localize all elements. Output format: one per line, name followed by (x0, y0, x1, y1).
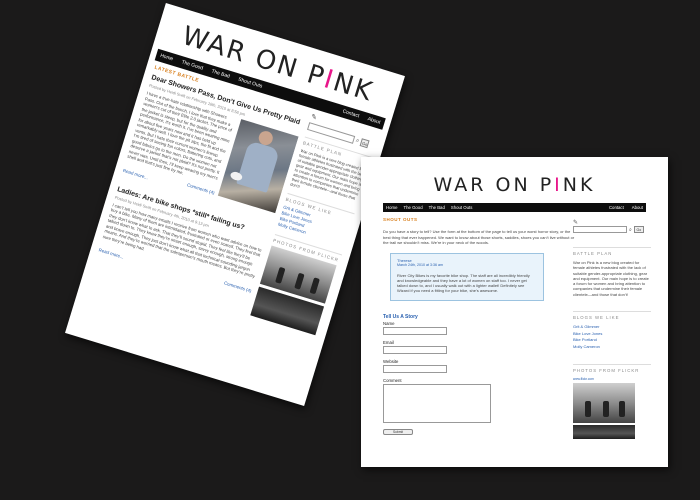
flickr-photo[interactable] (573, 425, 635, 440)
logo-text-pink: I (554, 174, 563, 196)
sidebar: ✎ ⌕ Go BATTLE PLAN War on Pink is a new … (573, 219, 651, 440)
nav-shout-outs[interactable]: Shout Outs (451, 205, 473, 210)
nav-the-good[interactable]: The Good (403, 205, 422, 210)
comment-label: Comment (383, 377, 402, 383)
logo-text-right: NK (562, 174, 596, 196)
logo-text-left: WAR ON P (433, 174, 555, 196)
comment-body: River City Bikes is my favorite bike sho… (397, 272, 530, 294)
main-nav: Home The Good The Bad Shout Outs Contact… (383, 203, 646, 212)
email-label: Email (383, 339, 394, 345)
read-more-link[interactable]: Read more... (98, 247, 124, 259)
email-field[interactable] (383, 345, 447, 354)
search-input[interactable] (573, 226, 627, 233)
photo-figure (275, 266, 286, 284)
main-content: SHOUT OUTS Do you have a story to tell? … (383, 217, 576, 435)
nav-the-bad[interactable]: The Bad (429, 205, 445, 210)
name-field[interactable] (383, 326, 447, 335)
nav-contact[interactable]: Contact (342, 109, 360, 120)
website-field[interactable] (383, 364, 447, 373)
comment-date[interactable]: March 24th, 2010 at 3:36 am (397, 263, 537, 267)
blogs-heading: BLOGS WE LIKE (573, 311, 651, 320)
site-logo[interactable]: WAR ON PINK (361, 174, 668, 196)
comment-field[interactable] (383, 383, 491, 423)
website-label: Website (383, 358, 399, 364)
comment: Therese March 24th, 2010 at 3:36 am Rive… (390, 252, 544, 301)
nav-the-bad[interactable]: The Bad (211, 68, 231, 79)
battle-plan-heading: BATTLE PLAN (573, 247, 651, 256)
flickr-photo[interactable] (573, 383, 635, 424)
search-icon[interactable]: ⌕ (629, 227, 632, 233)
comments-link[interactable]: Comments (4) (187, 182, 216, 195)
search-button[interactable]: Go (633, 226, 644, 233)
flickr-heading: PHOTOS FROM FLICKR (573, 364, 651, 373)
blog-link-molly-cameron[interactable]: Molly Cameron (573, 344, 651, 351)
search-button[interactable]: Go (359, 138, 370, 149)
blog-page-latest-battle: WAR ON PINK Home The Good The Bad Shout … (65, 2, 405, 407)
nav-about[interactable]: About (367, 116, 381, 126)
submit-button[interactable]: Submit (383, 428, 413, 435)
photo-figure (619, 401, 625, 418)
intro-text: Do you have a story to tell? Use the for… (383, 229, 575, 245)
flickr-caption[interactable]: www.flickr.com (573, 377, 651, 381)
name-label: Name (383, 320, 395, 326)
nav-about[interactable]: About (632, 205, 643, 210)
nav-the-good[interactable]: The Good (181, 59, 204, 71)
section-title: SHOUT OUTS (383, 217, 418, 222)
photo-figure (309, 277, 320, 295)
search-row: ⌕ Go (573, 226, 651, 233)
blog-page-shout-outs: WAR ON PINK Home The Good The Bad Shout … (361, 157, 668, 467)
nav-right-group: Contact About (601, 205, 643, 210)
photo-figure (603, 401, 609, 418)
read-more-link[interactable]: Read more... (123, 167, 149, 179)
battle-plan-text: War on Pink is a new blog created for fe… (573, 260, 649, 297)
tag-icon: ✎ (573, 220, 579, 226)
nav-shout-outs[interactable]: Shout Outs (237, 77, 263, 90)
photo-figure (585, 401, 591, 418)
photo-shirt (236, 140, 280, 193)
nav-contact[interactable]: Contact (609, 205, 624, 210)
logo-text-right: NK (329, 67, 378, 108)
nav-home[interactable]: Home (159, 53, 174, 63)
photo-figure (294, 272, 305, 290)
nav-home[interactable]: Home (386, 205, 397, 210)
comments-link[interactable]: Comments (4) (223, 280, 252, 293)
story-form-title: Tell Us A Story (383, 313, 418, 320)
